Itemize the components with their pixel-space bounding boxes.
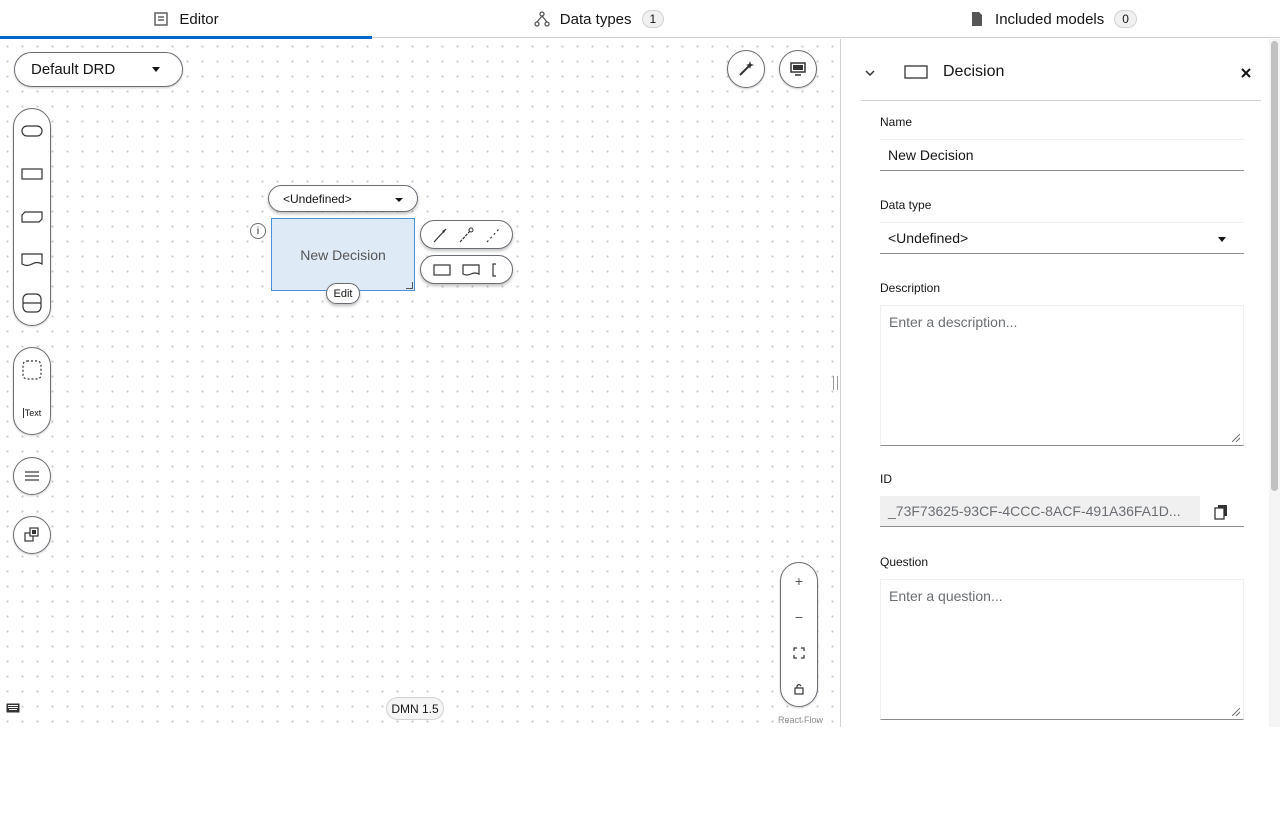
description-placeholder: Enter a description...: [889, 314, 1018, 330]
fit-view-button[interactable]: [781, 635, 817, 671]
node-palette: [13, 108, 51, 326]
node-info-icon[interactable]: i: [250, 223, 266, 239]
palette-group[interactable]: [14, 348, 50, 391]
information-requirement-icon[interactable]: [431, 226, 449, 244]
tab-editor[interactable]: Editor: [0, 0, 372, 39]
description-label: Description: [880, 281, 941, 295]
description-textarea[interactable]: Enter a description...: [880, 305, 1244, 446]
react-flow-attribution[interactable]: React Flow: [778, 715, 823, 725]
zoom-out-button[interactable]: −: [781, 599, 817, 635]
tab-included-models-label: Included models: [995, 10, 1105, 28]
palette-decision[interactable]: [14, 152, 50, 195]
textarea-resize-grip[interactable]: [1232, 434, 1240, 442]
decision-icon: [904, 65, 928, 79]
scrollbar-thumb[interactable]: [1271, 41, 1278, 491]
caret-down-icon: [395, 198, 403, 202]
question-label: Question: [880, 555, 929, 569]
overlays-button[interactable]: [779, 50, 817, 88]
minus-icon: −: [794, 609, 804, 625]
data-types-icon: [534, 11, 550, 27]
diagram-canvas[interactable]: [0, 39, 840, 727]
chevron-down-icon[interactable]: [864, 67, 876, 79]
tab-bar: Editor Data types 1 Included models 0: [0, 0, 1280, 39]
name-value: New Decision: [888, 147, 974, 163]
tab-editor-label: Editor: [179, 10, 219, 28]
node-edit-button[interactable]: Edit: [326, 283, 360, 304]
resize-handle[interactable]: [406, 282, 413, 289]
id-field: _73F73625-93CF-4CCC-8ACF-491A36FA1D...: [880, 496, 1200, 527]
panel-resize-handle[interactable]: [833, 376, 838, 390]
tab-included-models[interactable]: Included models 0: [826, 0, 1280, 38]
palette-decision-service[interactable]: [14, 281, 50, 324]
node-list-button[interactable]: [13, 457, 51, 495]
data-type-select[interactable]: <Undefined>: [880, 222, 1244, 254]
palette-text-annotation[interactable]: Text: [14, 391, 50, 434]
question-placeholder: Enter a question...: [889, 588, 1003, 604]
question-textarea[interactable]: Enter a question...: [880, 579, 1244, 720]
palette-bkm[interactable]: [14, 195, 50, 238]
lock-icon: [794, 683, 804, 695]
caret-down-icon: [152, 67, 160, 72]
name-label: Name: [880, 115, 913, 129]
input-data-icon: [21, 124, 43, 137]
node-shortcut-palette: [420, 255, 513, 284]
plus-icon: +: [794, 573, 804, 589]
dmn-version-badge: DMN 1.5: [386, 697, 444, 720]
list-icon: [25, 471, 39, 481]
editor-icon: [154, 12, 169, 26]
fit-view-icon: [793, 647, 805, 659]
decision-node-label: New Decision: [300, 246, 386, 263]
edge-palette: [420, 220, 513, 249]
id-label: ID: [880, 472, 892, 486]
zoom-controls: + −: [780, 562, 818, 707]
knowledge-source-icon[interactable]: [461, 263, 480, 277]
group-icon: [22, 359, 42, 380]
palette-input-data[interactable]: [14, 109, 50, 152]
data-type-label: Data type: [880, 198, 932, 212]
zoom-in-button[interactable]: +: [781, 563, 817, 599]
included-models-count-badge: 0: [1114, 10, 1137, 28]
association-icon[interactable]: [484, 226, 502, 244]
auto-layout-button[interactable]: [727, 50, 765, 88]
external-nodes-button[interactable]: [13, 516, 51, 554]
decision-service-icon: [22, 292, 42, 313]
decision-icon[interactable]: [432, 263, 451, 277]
decision-node[interactable]: New Decision: [271, 218, 415, 291]
lock-button[interactable]: [781, 671, 817, 707]
monitor-icon: [790, 62, 806, 76]
properties-header: Decision: [861, 39, 1261, 101]
document-icon: [972, 12, 983, 26]
copy-icon[interactable]: [1214, 504, 1228, 520]
decision-icon: [21, 167, 43, 180]
id-field-underline: [1200, 526, 1244, 527]
bkm-icon: [21, 210, 43, 223]
keyboard-icon[interactable]: [6, 703, 20, 713]
node-type-value: <Undefined>: [283, 191, 352, 206]
caret-down-icon: [1218, 237, 1226, 242]
magic-wand-icon: [739, 61, 754, 76]
text-annotation-icon: Text: [22, 407, 42, 418]
knowledge-requirement-icon[interactable]: [457, 226, 475, 244]
close-icon[interactable]: [1240, 67, 1252, 79]
knowledge-source-icon: [21, 252, 43, 266]
annotation-palette: Text: [13, 347, 51, 435]
data-type-value: <Undefined>: [888, 230, 969, 246]
tab-data-types[interactable]: Data types 1: [372, 0, 826, 38]
drd-select-value: Default DRD: [31, 61, 116, 78]
panel-scrollbar[interactable]: [1269, 39, 1280, 727]
tab-data-types-label: Data types: [559, 10, 632, 28]
name-field[interactable]: New Decision: [880, 139, 1244, 171]
properties-panel: Decision Name New Decision Data type <Un…: [841, 39, 1269, 727]
data-types-count-badge: 1: [641, 10, 665, 28]
palette-knowledge-source[interactable]: [14, 238, 50, 281]
text-annotation-icon[interactable]: [491, 262, 501, 277]
panel-title: Decision: [943, 63, 1005, 80]
empty-area: [0, 727, 1280, 818]
node-type-select[interactable]: <Undefined>: [268, 185, 418, 212]
textarea-resize-grip[interactable]: [1232, 708, 1240, 716]
id-value: _73F73625-93CF-4CCC-8ACF-491A36FA1D...: [888, 503, 1181, 519]
drd-select[interactable]: Default DRD: [14, 52, 183, 87]
external-nodes-icon: [24, 527, 39, 542]
